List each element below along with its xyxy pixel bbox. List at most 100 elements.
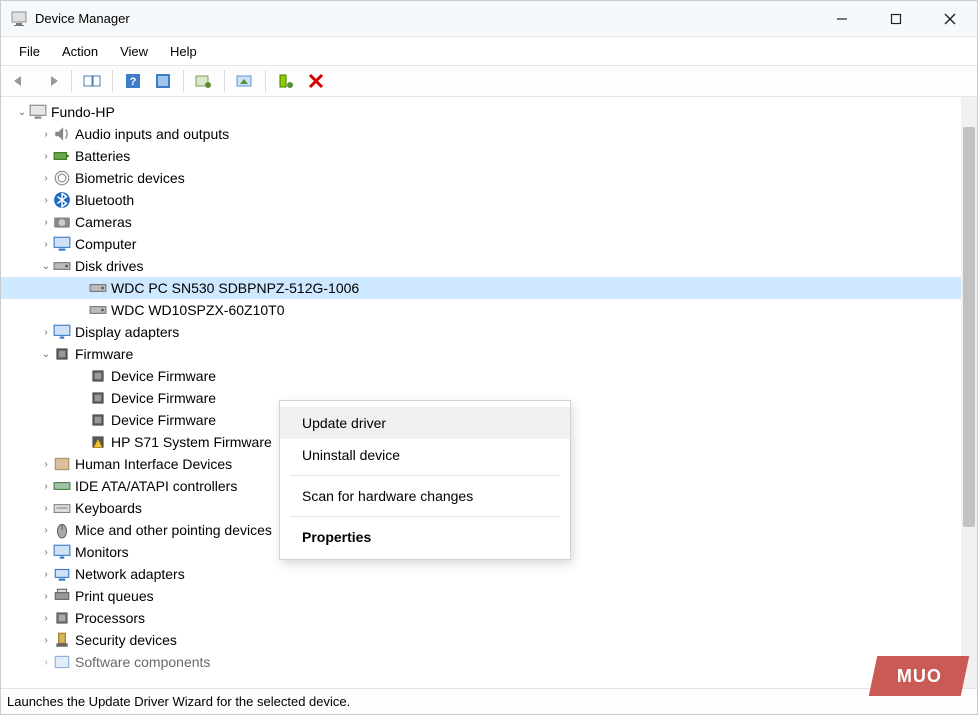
chevron-right-icon[interactable]: › — [39, 655, 53, 669]
chevron-right-icon[interactable]: › — [39, 127, 53, 141]
tree-item-security[interactable]: › Security devices — [1, 629, 961, 651]
chevron-right-icon[interactable]: › — [39, 171, 53, 185]
scrollbar-thumb[interactable] — [963, 127, 975, 527]
window-controls — [815, 1, 977, 37]
tree-label: Human Interface Devices — [75, 456, 232, 472]
expander-empty — [75, 281, 89, 295]
maximize-button[interactable] — [869, 1, 923, 37]
tree-item-disk-child-selected[interactable]: WDC PC SN530 SDBPNPZ-512G-1006 — [1, 277, 961, 299]
toolbar-separator — [265, 70, 266, 92]
tree-label: Cameras — [75, 214, 132, 230]
toolbar-separator — [112, 70, 113, 92]
close-button[interactable] — [923, 1, 977, 37]
tree-label: Device Firmware — [111, 412, 216, 428]
printer-icon — [53, 587, 71, 605]
chevron-right-icon[interactable]: › — [39, 567, 53, 581]
tree-item-audio[interactable]: › Audio inputs and outputs — [1, 123, 961, 145]
chevron-down-icon[interactable]: ⌄ — [15, 105, 29, 119]
ctx-uninstall-device[interactable]: Uninstall device — [280, 439, 570, 471]
menu-help[interactable]: Help — [160, 40, 207, 63]
help-button[interactable]: ? — [119, 68, 147, 94]
tree-item-biometric[interactable]: › Biometric devices — [1, 167, 961, 189]
tree-label: Device Firmware — [111, 390, 216, 406]
tree-item-bluetooth[interactable]: › Bluetooth — [1, 189, 961, 211]
tree-label: IDE ATA/ATAPI controllers — [75, 478, 237, 494]
expander-empty — [75, 369, 89, 383]
svg-text:?: ? — [130, 76, 137, 88]
ctx-update-driver[interactable]: Update driver — [280, 407, 570, 439]
chevron-right-icon[interactable]: › — [39, 545, 53, 559]
tree-item-processors[interactable]: › Processors — [1, 607, 961, 629]
tree-item-disk-drives[interactable]: ⌄ Disk drives — [1, 255, 961, 277]
toolbar-separator — [224, 70, 225, 92]
chevron-right-icon[interactable]: › — [39, 633, 53, 647]
update-driver-button[interactable] — [231, 68, 259, 94]
tree-label: Batteries — [75, 148, 130, 164]
tree-label: Print queues — [75, 588, 154, 604]
chevron-right-icon[interactable]: › — [39, 193, 53, 207]
tree-label: Keyboards — [75, 500, 142, 516]
chevron-right-icon[interactable]: › — [39, 501, 53, 515]
bluetooth-icon — [53, 191, 71, 209]
expander-empty — [75, 391, 89, 405]
tree-root[interactable]: ⌄ Fundo-HP — [1, 101, 961, 123]
tree-item-firmware[interactable]: ⌄ Firmware — [1, 343, 961, 365]
chevron-right-icon[interactable]: › — [39, 523, 53, 537]
device-manager-icon — [11, 11, 27, 27]
network-icon — [53, 565, 71, 583]
tree-label: Software components — [75, 654, 210, 670]
speaker-icon — [53, 125, 71, 143]
tree-item-computer[interactable]: › Computer — [1, 233, 961, 255]
chip-icon — [89, 389, 107, 407]
chevron-down-icon[interactable]: ⌄ — [39, 347, 53, 361]
fingerprint-icon — [53, 169, 71, 187]
menu-action[interactable]: Action — [52, 40, 108, 63]
tree-item-cameras[interactable]: › Cameras — [1, 211, 961, 233]
tree-item-network[interactable]: › Network adapters — [1, 563, 961, 585]
mouse-icon — [53, 521, 71, 539]
chevron-right-icon[interactable]: › — [39, 325, 53, 339]
scan-hardware-button[interactable] — [190, 68, 218, 94]
menu-file[interactable]: File — [9, 40, 50, 63]
tree-label: Audio inputs and outputs — [75, 126, 229, 142]
tree-label: Network adapters — [75, 566, 185, 582]
back-button[interactable] — [7, 68, 35, 94]
keyboard-icon — [53, 499, 71, 517]
chevron-right-icon[interactable]: › — [39, 149, 53, 163]
chevron-right-icon[interactable]: › — [39, 611, 53, 625]
forward-button[interactable] — [37, 68, 65, 94]
chevron-right-icon[interactable]: › — [39, 479, 53, 493]
chevron-right-icon[interactable]: › — [39, 237, 53, 251]
ctx-scan-hardware[interactable]: Scan for hardware changes — [280, 480, 570, 512]
menu-view[interactable]: View — [110, 40, 158, 63]
action-button[interactable] — [149, 68, 177, 94]
show-hide-console-tree-button[interactable] — [78, 68, 106, 94]
context-menu-separator — [290, 516, 560, 517]
device-tree[interactable]: ⌄ Fundo-HP › Audio inputs and outputs › … — [1, 97, 961, 688]
tree-label: Bluetooth — [75, 192, 134, 208]
tree-item-print[interactable]: › Print queues — [1, 585, 961, 607]
camera-icon — [53, 213, 71, 231]
disk-icon — [89, 301, 107, 319]
battery-icon — [53, 147, 71, 165]
tree-item-software[interactable]: › Software components — [1, 651, 961, 673]
chevron-right-icon[interactable]: › — [39, 457, 53, 471]
vertical-scrollbar[interactable] — [961, 97, 977, 688]
toolbar-separator — [71, 70, 72, 92]
tree-label: Fundo-HP — [51, 104, 115, 120]
tree-label: Security devices — [75, 632, 177, 648]
minimize-button[interactable] — [815, 1, 869, 37]
chip-icon — [89, 411, 107, 429]
chevron-down-icon[interactable]: ⌄ — [39, 259, 53, 273]
tree-item-firmware-child[interactable]: Device Firmware — [1, 365, 961, 387]
disable-device-button[interactable] — [302, 68, 330, 94]
ctx-properties[interactable]: Properties — [280, 521, 570, 553]
chevron-right-icon[interactable]: › — [39, 589, 53, 603]
main-content: ⌄ Fundo-HP › Audio inputs and outputs › … — [1, 97, 977, 688]
status-text: Launches the Update Driver Wizard for th… — [7, 694, 350, 709]
tree-item-batteries[interactable]: › Batteries — [1, 145, 961, 167]
uninstall-device-button[interactable] — [272, 68, 300, 94]
chevron-right-icon[interactable]: › — [39, 215, 53, 229]
tree-item-disk-child[interactable]: WDC WD10SPZX-60Z10T0 — [1, 299, 961, 321]
tree-item-display[interactable]: › Display adapters — [1, 321, 961, 343]
